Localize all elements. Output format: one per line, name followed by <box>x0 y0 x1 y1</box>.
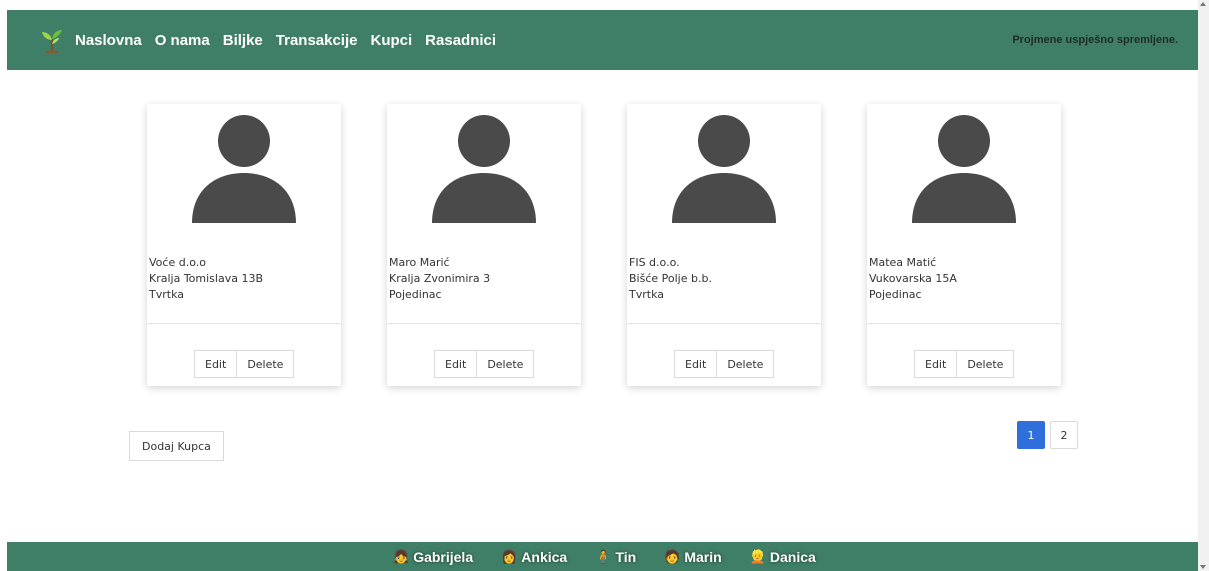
customer-info: Maro Marić Kralja Zvonimira 3 Pojedinac <box>389 255 569 303</box>
customer-name: Maro Marić <box>389 256 450 269</box>
member-name: Marin <box>684 548 722 565</box>
edit-button[interactable]: Edit <box>194 350 238 378</box>
man-emoji-icon: 🧑 <box>664 548 681 564</box>
card-actions: Edit Delete <box>674 350 775 378</box>
customer-address: Kralja Tomislava 13B <box>149 272 263 285</box>
card-actions: Edit Delete <box>914 350 1015 378</box>
customer-name: Voće d.o.o <box>149 256 206 269</box>
blonde-person-emoji-icon: 👱 <box>749 548 766 564</box>
member-name: Gabrijela <box>413 548 474 565</box>
page-button-2[interactable]: 2 <box>1050 421 1078 449</box>
sprout-logo-icon[interactable] <box>38 26 66 54</box>
nav-link-o-nama[interactable]: O nama <box>155 32 210 49</box>
user-avatar-icon <box>912 115 1016 223</box>
customer-info: Voće d.o.o Kralja Tomislava 13B Tvrtka <box>149 255 329 303</box>
footer-team: 👧 Gabrijela 👩 Ankica 🧍 Tin 🧑 Marin 👱 Dan… <box>393 542 844 571</box>
customer-address: Kralja Zvonimira 3 <box>389 272 491 285</box>
scroll-down-arrow-icon[interactable] <box>1200 565 1206 569</box>
nav-link-kupci[interactable]: Kupci <box>371 32 413 49</box>
edit-button[interactable]: Edit <box>914 350 958 378</box>
card-divider <box>387 323 581 324</box>
nav-link-rasadnici[interactable]: Rasadnici <box>425 32 496 49</box>
customer-info: FIS d.o.o. Bišće Polje b.b. Tvrtka <box>629 255 809 303</box>
customer-name: FIS d.o.o. <box>629 256 680 269</box>
team-member[interactable]: 🧍 Tin <box>595 549 636 565</box>
customer-type: Pojedinac <box>389 288 442 301</box>
top-strip <box>0 0 1198 10</box>
customer-address: Bišće Polje b.b. <box>629 272 712 285</box>
customer-address: Vukovarska 15A <box>869 272 957 285</box>
customer-card: Voće d.o.o Kralja Tomislava 13B Tvrtka E… <box>147 104 341 386</box>
nav-links: Naslovna O nama Biljke Transakcije Kupci… <box>75 10 509 70</box>
card-actions: Edit Delete <box>434 350 535 378</box>
member-name: Ankica <box>521 548 568 565</box>
navbar: Naslovna O nama Biljke Transakcije Kupci… <box>7 10 1198 70</box>
customer-card: Maro Marić Kralja Zvonimira 3 Pojedinac … <box>387 104 581 386</box>
team-member[interactable]: 👩 Ankica <box>501 549 567 565</box>
edit-button[interactable]: Edit <box>434 350 478 378</box>
vertical-scrollbar[interactable] <box>1198 0 1209 571</box>
woman-emoji-icon: 👩 <box>501 548 518 564</box>
member-name: Danica <box>769 548 816 565</box>
customer-card: FIS d.o.o. Bišće Polje b.b. Tvrtka Edit … <box>627 104 821 386</box>
delete-button[interactable]: Delete <box>477 350 535 378</box>
user-avatar-icon <box>192 115 296 223</box>
nav-link-biljke[interactable]: Biljke <box>223 32 263 49</box>
card-divider <box>867 323 1061 324</box>
page-button-1[interactable]: 1 <box>1017 421 1045 449</box>
team-member[interactable]: 👱 Danica <box>750 549 816 565</box>
delete-button[interactable]: Delete <box>957 350 1015 378</box>
team-member[interactable]: 🧑 Marin <box>664 549 722 565</box>
customer-card: Matea Matić Vukovarska 15A Pojedinac Edi… <box>867 104 1061 386</box>
footer: 👧 Gabrijela 👩 Ankica 🧍 Tin 🧑 Marin 👱 Dan… <box>7 542 1198 571</box>
customer-name: Matea Matić <box>869 256 937 269</box>
customer-type: Tvrtka <box>629 288 664 301</box>
nav-link-naslovna[interactable]: Naslovna <box>75 32 142 49</box>
pagination: 1 2 <box>1017 421 1083 449</box>
customer-type: Tvrtka <box>149 288 184 301</box>
team-member[interactable]: 👧 Gabrijela <box>393 549 473 565</box>
girl-emoji-icon: 👧 <box>393 548 410 564</box>
edit-button[interactable]: Edit <box>674 350 718 378</box>
customer-info: Matea Matić Vukovarska 15A Pojedinac <box>869 255 1049 303</box>
nav-link-transakcije[interactable]: Transakcije <box>276 32 358 49</box>
delete-button[interactable]: Delete <box>717 350 775 378</box>
user-avatar-icon <box>672 115 776 223</box>
delete-button[interactable]: Delete <box>237 350 295 378</box>
card-divider <box>147 323 341 324</box>
status-message: Projmene uspješno spremljene. <box>1012 34 1178 46</box>
scroll-up-arrow-icon[interactable] <box>1200 2 1206 6</box>
member-name: Tin <box>615 548 637 565</box>
card-actions: Edit Delete <box>194 350 295 378</box>
person-emoji-icon: 🧍 <box>595 548 612 564</box>
add-customer-button[interactable]: Dodaj Kupca <box>129 431 224 461</box>
card-divider <box>627 323 821 324</box>
user-avatar-icon <box>432 115 536 223</box>
customer-type: Pojedinac <box>869 288 922 301</box>
